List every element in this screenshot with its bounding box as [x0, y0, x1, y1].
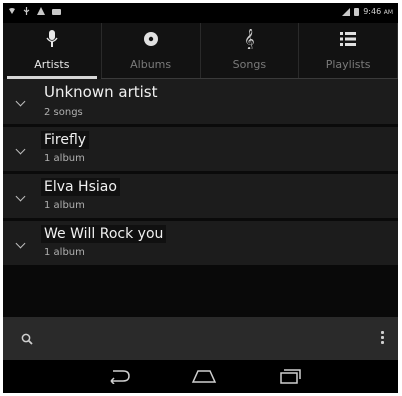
clock: 9:46 AM: [363, 7, 393, 16]
search-icon[interactable]: [21, 333, 33, 345]
artist-name: Unknown artist: [44, 83, 158, 101]
tab-label: Songs: [232, 58, 267, 71]
library-tabs: Artists Albums 𝄞 Songs Playlists: [3, 23, 398, 79]
battery-icon: [354, 7, 360, 16]
recent-apps-icon[interactable]: [279, 368, 301, 384]
chevron-down-icon[interactable]: [15, 96, 26, 107]
system-icons: 9:46 AM: [342, 7, 393, 16]
artist-detail: 1 album: [44, 200, 85, 211]
list-item[interactable]: Unknown artist 2 songs: [3, 79, 398, 124]
svg-text:𝄞: 𝄞: [244, 29, 255, 49]
treble-clef-icon: 𝄞: [244, 29, 255, 49]
empty-area: [3, 265, 398, 317]
music-app-screen: 9:46 AM Artists Albums 𝄞 Songs Playlists…: [3, 3, 398, 393]
tab-artists[interactable]: Artists: [3, 23, 102, 79]
tab-playlists[interactable]: Playlists: [299, 23, 398, 79]
action-bar: [3, 317, 398, 360]
photo-icon: [52, 8, 61, 15]
status-bar: 9:46 AM: [3, 3, 398, 23]
artist-name: We Will Rock you: [41, 225, 167, 243]
warning-icon: [37, 7, 45, 15]
home-icon[interactable]: [191, 368, 217, 384]
wifi-icon: [9, 8, 15, 14]
overflow-menu-icon[interactable]: [381, 331, 384, 344]
usb-icon: [23, 7, 30, 15]
tab-label: Playlists: [325, 58, 371, 71]
notification-icons: [8, 7, 61, 15]
artist-name: Elva Hsiao: [41, 178, 120, 196]
signal-icon: [342, 7, 351, 16]
tab-label: Artists: [34, 58, 70, 71]
microphone-icon: [46, 30, 58, 47]
list-item[interactable]: We Will Rock you 1 album: [3, 221, 398, 265]
list-item[interactable]: Firefly 1 album: [3, 127, 398, 171]
back-icon[interactable]: [107, 368, 131, 384]
chevron-down-icon[interactable]: [15, 144, 26, 155]
artist-detail: 2 songs: [44, 107, 83, 118]
artist-list: Unknown artist 2 songs Firefly 1 album E…: [3, 79, 398, 268]
tab-albums[interactable]: Albums: [102, 23, 201, 79]
artist-detail: 1 album: [44, 247, 85, 258]
chevron-down-icon[interactable]: [15, 191, 26, 202]
tab-songs[interactable]: 𝄞 Songs: [201, 23, 300, 79]
artist-name: Firefly: [41, 131, 90, 149]
disc-icon: [143, 32, 158, 46]
chevron-down-icon[interactable]: [15, 238, 26, 249]
navigation-bar: [3, 360, 398, 393]
list-item[interactable]: Elva Hsiao 1 album: [3, 174, 398, 218]
artist-detail: 1 album: [44, 153, 85, 164]
list-icon: [340, 32, 357, 46]
tab-label: Albums: [130, 58, 172, 71]
